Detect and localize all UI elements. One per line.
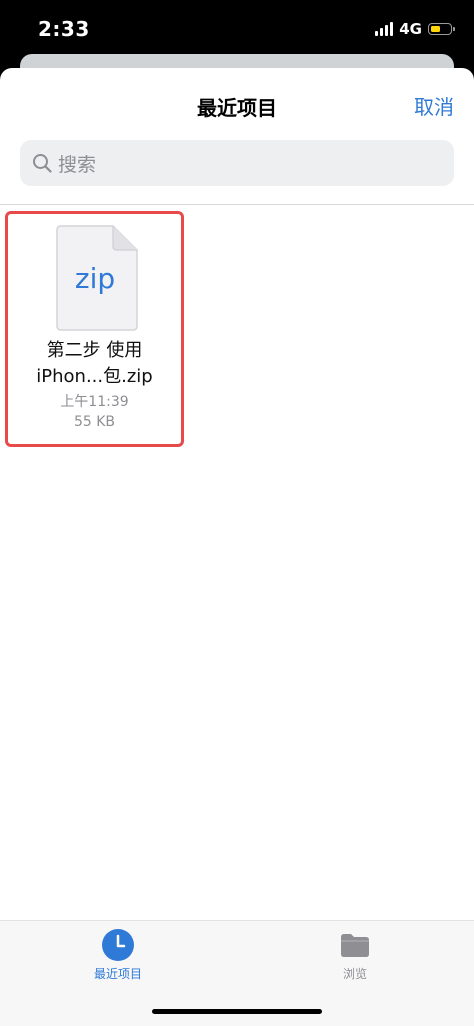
tab-recents[interactable]: 最近项目 [53, 921, 183, 991]
tab-browse[interactable]: 浏览 [290, 921, 420, 991]
file-item[interactable]: zip 第二步 使用 iPhon...包.zip 上午11:39 55 KB [5, 211, 184, 447]
recents-sheet: 最近项目 取消 搜索 zip 第二步 使用 iPhon...包.zip 上午11… [0, 68, 474, 1026]
file-name-line-2: iPhon...包.zip [36, 366, 153, 387]
status-time: 2:33 [38, 17, 90, 41]
status-bar: 2:33 4G [0, 0, 474, 58]
file-name: 第二步 使用 iPhon...包.zip [8, 338, 181, 390]
battery-icon [428, 23, 455, 35]
battery-level [430, 25, 440, 32]
tab-browse-label: 浏览 [342, 967, 367, 981]
status-indicators: 4G [375, 19, 455, 39]
home-indicator [152, 1009, 322, 1014]
tab-recents-label: 最近项目 [93, 967, 142, 981]
zip-label: zip [74, 262, 116, 295]
network-type: 4G [399, 20, 422, 38]
divider [0, 204, 474, 205]
cellular-signal-icon [375, 22, 394, 36]
page-title: 最近项目 [197, 96, 277, 120]
search-placeholder: 搜索 [58, 153, 97, 176]
search-input[interactable]: 搜索 [20, 140, 454, 186]
tab-bar: 最近项目 浏览 [0, 920, 474, 1026]
file-time: 上午11:39 [60, 394, 129, 410]
file-name-line-1: 第二步 使用 [46, 340, 143, 361]
folder-icon [341, 934, 369, 957]
cancel-button[interactable]: 取消 [414, 91, 454, 120]
zip-file-icon: zip [55, 224, 139, 332]
clock-icon [102, 929, 134, 961]
search-icon [33, 154, 52, 173]
file-size: 55 KB [73, 414, 116, 430]
